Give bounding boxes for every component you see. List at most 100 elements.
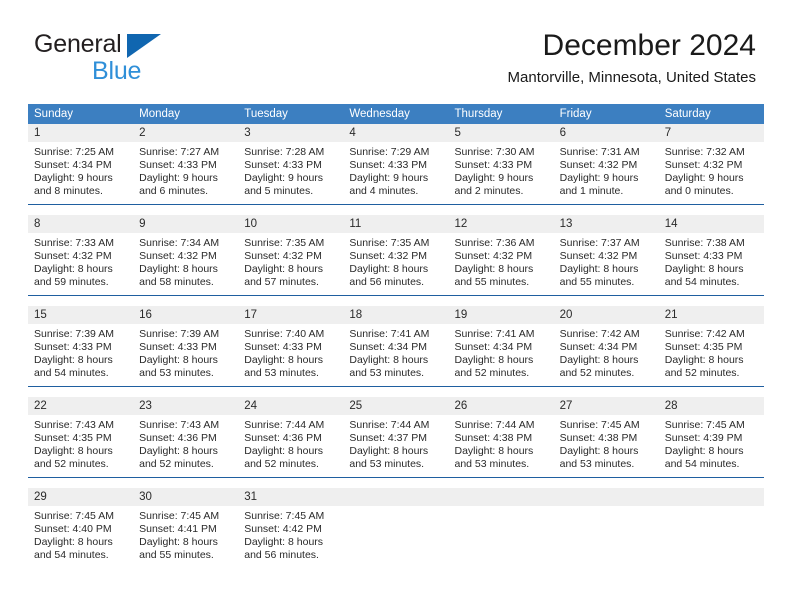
day-number[interactable]: 14 — [659, 215, 764, 233]
day-number[interactable]: 1 — [28, 124, 133, 142]
daylight-text-line2: and 52 minutes. — [34, 458, 109, 470]
day-number[interactable]: 25 — [343, 397, 448, 415]
day-cell[interactable]: Sunrise: 7:40 AM Sunset: 4:33 PM Dayligh… — [238, 324, 343, 386]
sunset-text: Sunset: 4:37 PM — [349, 432, 428, 444]
sunset-text: Sunset: 4:36 PM — [244, 432, 322, 444]
daylight-text-line2: and 54 minutes. — [34, 367, 109, 379]
day-number[interactable]: 22 — [28, 397, 133, 415]
day-cell[interactable]: Sunrise: 7:45 AM Sunset: 4:41 PM Dayligh… — [133, 506, 238, 568]
day-number[interactable]: 8 — [28, 215, 133, 233]
sunset-text: Sunset: 4:38 PM — [559, 432, 638, 444]
daylight-text-line2: and 59 minutes. — [34, 276, 109, 288]
day-number[interactable]: 27 — [554, 397, 659, 415]
day-cell[interactable]: Sunrise: 7:32 AM Sunset: 4:32 PM Dayligh… — [659, 142, 764, 204]
day-cell[interactable]: Sunrise: 7:34 AM Sunset: 4:32 PM Dayligh… — [133, 233, 238, 295]
day-cell[interactable]: Sunrise: 7:42 AM Sunset: 4:34 PM Dayligh… — [554, 324, 659, 386]
day-number[interactable]: 10 — [238, 215, 343, 233]
day-number[interactable]: 20 — [554, 306, 659, 324]
day-cell[interactable]: Sunrise: 7:44 AM Sunset: 4:38 PM Dayligh… — [449, 415, 554, 477]
calendar-week-row: 22 23 24 25 26 27 28 Sunrise: 7:43 AM Su… — [28, 386, 764, 477]
day-number[interactable]: 9 — [133, 215, 238, 233]
day-number[interactable]: 15 — [28, 306, 133, 324]
day-number[interactable]: 6 — [554, 124, 659, 142]
day-cell[interactable]: Sunrise: 7:42 AM Sunset: 4:35 PM Dayligh… — [659, 324, 764, 386]
day-cell[interactable]: Sunrise: 7:44 AM Sunset: 4:36 PM Dayligh… — [238, 415, 343, 477]
day-number[interactable]: 3 — [238, 124, 343, 142]
day-number[interactable]: 28 — [659, 397, 764, 415]
day-cell[interactable]: Sunrise: 7:44 AM Sunset: 4:37 PM Dayligh… — [343, 415, 448, 477]
weekday-header-row: Sunday Monday Tuesday Wednesday Thursday… — [28, 104, 764, 124]
daylight-text-line1: Daylight: 8 hours — [139, 354, 218, 366]
day-cell[interactable]: Sunrise: 7:35 AM Sunset: 4:32 PM Dayligh… — [343, 233, 448, 295]
day-cell[interactable]: Sunrise: 7:45 AM Sunset: 4:38 PM Dayligh… — [554, 415, 659, 477]
sunset-text: Sunset: 4:32 PM — [559, 159, 638, 171]
day-cell[interactable]: Sunrise: 7:41 AM Sunset: 4:34 PM Dayligh… — [449, 324, 554, 386]
daylight-text-line2: and 54 minutes. — [664, 458, 740, 470]
day-number[interactable]: 11 — [343, 215, 448, 233]
sunset-text: Sunset: 4:33 PM — [244, 341, 322, 353]
daylight-text-line2: and 0 minutes. — [664, 185, 734, 197]
sunset-text: Sunset: 4:39 PM — [664, 432, 743, 444]
weekday-header-sunday: Sunday — [34, 108, 74, 120]
sunset-text: Sunset: 4:32 PM — [664, 159, 743, 171]
day-number[interactable]: 4 — [343, 124, 448, 142]
daylight-text-line1: Daylight: 8 hours — [454, 445, 534, 457]
day-number[interactable]: 31 — [238, 488, 343, 506]
day-cell[interactable]: Sunrise: 7:30 AM Sunset: 4:33 PM Dayligh… — [449, 142, 554, 204]
weekday-header-tuesday: Tuesday — [244, 108, 288, 120]
sunrise-text: Sunrise: 7:35 AM — [349, 237, 430, 249]
day-number[interactable]: 18 — [343, 306, 448, 324]
day-cell[interactable]: Sunrise: 7:36 AM Sunset: 4:32 PM Dayligh… — [449, 233, 554, 295]
day-cell[interactable]: Sunrise: 7:43 AM Sunset: 4:35 PM Dayligh… — [28, 415, 133, 477]
day-number-empty — [343, 488, 448, 506]
day-cell[interactable]: Sunrise: 7:43 AM Sunset: 4:36 PM Dayligh… — [133, 415, 238, 477]
day-number[interactable]: 12 — [449, 215, 554, 233]
daylight-text-line2: and 4 minutes. — [349, 185, 419, 197]
day-cell[interactable]: Sunrise: 7:45 AM Sunset: 4:39 PM Dayligh… — [659, 415, 764, 477]
day-cell[interactable]: Sunrise: 7:31 AM Sunset: 4:32 PM Dayligh… — [554, 142, 659, 204]
day-cell[interactable]: Sunrise: 7:28 AM Sunset: 4:33 PM Dayligh… — [238, 142, 343, 204]
sunrise-text: Sunrise: 7:41 AM — [454, 328, 535, 340]
calendar-week-row: 1 2 3 4 5 6 7 Sunrise: 7:25 AM Sunset: 4… — [28, 124, 764, 204]
day-cell[interactable]: Sunrise: 7:39 AM Sunset: 4:33 PM Dayligh… — [133, 324, 238, 386]
sunset-text: Sunset: 4:42 PM — [244, 523, 322, 535]
day-number[interactable]: 19 — [449, 306, 554, 324]
day-cell[interactable]: Sunrise: 7:38 AM Sunset: 4:33 PM Dayligh… — [659, 233, 764, 295]
day-number[interactable]: 29 — [28, 488, 133, 506]
day-number[interactable]: 23 — [133, 397, 238, 415]
daylight-text-line2: and 53 minutes. — [139, 367, 214, 379]
calendar-week-row: 29 30 31 Sunrise: 7:45 AM Sunset: 4:40 P… — [28, 477, 764, 568]
day-cell[interactable]: Sunrise: 7:35 AM Sunset: 4:32 PM Dayligh… — [238, 233, 343, 295]
day-cell[interactable]: Sunrise: 7:41 AM Sunset: 4:34 PM Dayligh… — [343, 324, 448, 386]
week-date-number-band: 15 16 17 18 19 20 21 — [28, 306, 764, 324]
day-number[interactable]: 16 — [133, 306, 238, 324]
week-date-number-band: 29 30 31 — [28, 488, 764, 506]
week-date-number-band: 22 23 24 25 26 27 28 — [28, 397, 764, 415]
day-cell[interactable]: Sunrise: 7:39 AM Sunset: 4:33 PM Dayligh… — [28, 324, 133, 386]
day-cell[interactable]: Sunrise: 7:45 AM Sunset: 4:40 PM Dayligh… — [28, 506, 133, 568]
daylight-text-line2: and 53 minutes. — [454, 458, 530, 470]
day-cell[interactable]: Sunrise: 7:27 AM Sunset: 4:33 PM Dayligh… — [133, 142, 238, 204]
sunrise-text: Sunrise: 7:42 AM — [559, 328, 640, 340]
day-number[interactable]: 7 — [659, 124, 764, 142]
sunset-text: Sunset: 4:34 PM — [34, 159, 112, 171]
daylight-text-line1: Daylight: 8 hours — [664, 263, 744, 275]
day-number[interactable]: 26 — [449, 397, 554, 415]
day-number[interactable]: 17 — [238, 306, 343, 324]
day-number[interactable]: 13 — [554, 215, 659, 233]
day-cell[interactable]: Sunrise: 7:29 AM Sunset: 4:33 PM Dayligh… — [343, 142, 448, 204]
day-number[interactable]: 5 — [449, 124, 554, 142]
day-number[interactable]: 24 — [238, 397, 343, 415]
day-cell[interactable]: Sunrise: 7:37 AM Sunset: 4:32 PM Dayligh… — [554, 233, 659, 295]
day-cell[interactable]: Sunrise: 7:45 AM Sunset: 4:42 PM Dayligh… — [238, 506, 343, 568]
logo-top-row: General — [34, 32, 234, 59]
sunset-text: Sunset: 4:32 PM — [349, 250, 428, 262]
day-number[interactable]: 21 — [659, 306, 764, 324]
day-cell[interactable]: Sunrise: 7:25 AM Sunset: 4:34 PM Dayligh… — [28, 142, 133, 204]
day-number[interactable]: 30 — [133, 488, 238, 506]
general-blue-logo: General Blue — [34, 32, 234, 84]
day-number[interactable]: 2 — [133, 124, 238, 142]
weekday-header-saturday: Saturday — [664, 108, 711, 120]
daylight-text-line1: Daylight: 8 hours — [454, 354, 534, 366]
day-cell[interactable]: Sunrise: 7:33 AM Sunset: 4:32 PM Dayligh… — [28, 233, 133, 295]
